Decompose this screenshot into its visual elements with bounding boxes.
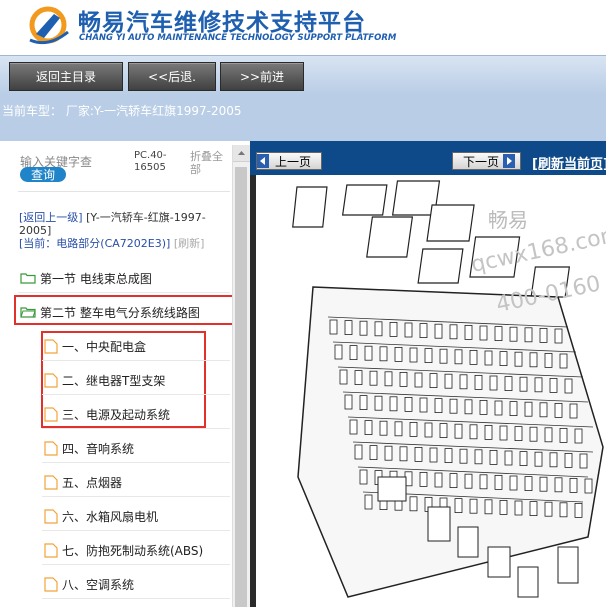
wiring-diagram-image: 畅易 qcwx168.com 400-0160 xyxy=(292,180,606,598)
brand-logo-icon xyxy=(29,6,69,45)
file-icon xyxy=(44,576,58,592)
tree-file[interactable]: 四、音响系统 xyxy=(44,437,134,459)
divider xyxy=(42,530,230,531)
current-vehicle: 当前车型： 厂家:Y-一汽轿车红旗1997-2005 xyxy=(2,104,242,118)
divider xyxy=(18,292,230,293)
back-button[interactable]: <<后退. xyxy=(128,62,216,91)
current-model: (CA7202E3)] xyxy=(100,237,171,250)
folder-icon xyxy=(20,273,36,284)
nav-bar: 返回主目录 <<后退. >>前进 xyxy=(0,55,606,95)
divider xyxy=(42,360,230,361)
viewer-panel: 上一页 下一页 [刷新当前页] 畅易 qcwx168.com 400-0160 xyxy=(250,141,606,607)
highlight-box xyxy=(41,331,206,428)
collapse-all-link[interactable]: 折叠全部 xyxy=(190,150,230,176)
scroll-up-arrow-icon[interactable] xyxy=(233,145,250,162)
app-header: 畅易汽车维修技术支持平台 CHANG YI AUTO MAINTENANCE T… xyxy=(0,0,606,55)
left-panel: 输入关键字查 查询 PC.40-16505 折叠全部 [返回上一级] [Y-一汽… xyxy=(0,141,250,607)
code-label: PC.40-16505 xyxy=(134,150,167,173)
breadcrumb: [返回上一级] [Y-一汽轿车-红旗-1997-2005] [当前：电路部分(C… xyxy=(19,211,231,250)
tree-file[interactable]: 八、空调系统 xyxy=(44,573,134,595)
file-icon xyxy=(44,440,58,456)
tree-file[interactable]: 七、防抱死制动系统(ABS) xyxy=(44,539,203,561)
divider xyxy=(42,394,230,395)
tree-file-label: 六、水箱风扇电机 xyxy=(62,509,159,524)
divider xyxy=(42,598,230,599)
divider xyxy=(42,564,230,565)
scroll-thumb[interactable] xyxy=(235,167,247,607)
left-arrow-icon xyxy=(257,154,269,168)
tree-folder[interactable]: 第一节 电线束总成图 xyxy=(20,267,152,289)
up-level-link[interactable]: [返回上一级] xyxy=(19,211,83,224)
vehicle-bar: 当前车型： 厂家:Y-一汽轿车红旗1997-2005 xyxy=(0,95,606,141)
query-button[interactable]: 查询 xyxy=(20,167,66,182)
file-icon xyxy=(44,474,58,490)
forward-button[interactable]: >>前进 xyxy=(220,62,304,91)
next-page-button[interactable]: 下一页 xyxy=(452,152,521,170)
brand-subtitle: CHANG YI AUTO MAINTENANCE TECHNOLOGY SUP… xyxy=(79,33,397,43)
right-arrow-icon xyxy=(503,154,516,168)
prev-page-label: 上一页 xyxy=(275,154,312,169)
tree-file-label: 四、音响系统 xyxy=(62,441,135,456)
divider xyxy=(42,428,230,429)
frame-border xyxy=(250,175,256,607)
tree-file-label: 八、空调系统 xyxy=(62,577,135,592)
divider xyxy=(42,462,230,463)
left-scrollbar[interactable] xyxy=(232,145,250,607)
viewer-toolbar: 上一页 下一页 [刷新当前页] xyxy=(250,141,606,175)
tree-file[interactable]: 六、水箱风扇电机 xyxy=(44,505,158,527)
brand-title: 畅易汽车维修技术支持平台 xyxy=(78,10,366,36)
tree-folder-label: 第一节 电线束总成图 xyxy=(40,271,152,286)
tree-file-label: 五、点烟器 xyxy=(62,475,123,490)
file-icon xyxy=(44,542,58,558)
file-icon xyxy=(44,508,58,524)
current-label: [当前：电路部分 xyxy=(19,237,101,250)
next-page-label: 下一页 xyxy=(463,154,500,169)
refresh-page-link[interactable]: [刷新当前页] xyxy=(532,153,606,172)
prev-page-button[interactable]: 上一页 xyxy=(256,152,322,170)
divider xyxy=(42,496,230,497)
tree-file-label: 七、防抱死制动系统(ABS) xyxy=(62,543,204,558)
refresh-link[interactable]: [刷新] xyxy=(174,237,205,250)
divider xyxy=(18,191,230,192)
tree-file[interactable]: 五、点烟器 xyxy=(44,471,122,493)
watermark-text: 畅易 xyxy=(488,208,528,232)
home-button[interactable]: 返回主目录 xyxy=(9,62,123,91)
highlight-box xyxy=(14,295,250,325)
